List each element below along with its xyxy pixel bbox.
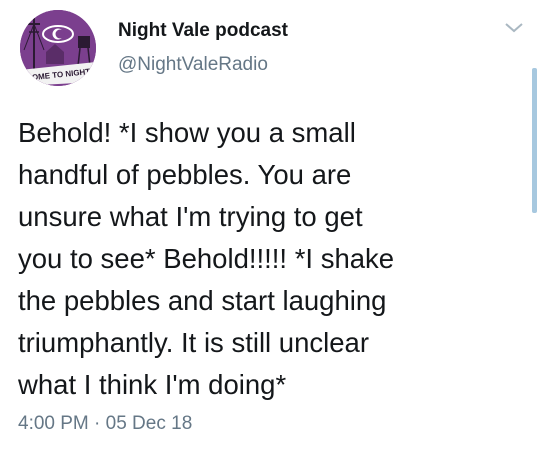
- display-name[interactable]: Night Vale podcast: [118, 20, 288, 42]
- chevron-down-icon: [505, 23, 523, 33]
- tweet-menu-button[interactable]: [502, 20, 526, 36]
- avatar[interactable]: COME TO NIGHT V: [20, 10, 96, 86]
- tweet-text: Behold! *I show you a small handful of p…: [18, 117, 395, 400]
- scrollbar[interactable]: [532, 68, 537, 213]
- timestamp[interactable]: 4:00 PM · 05 Dec 18: [18, 413, 192, 435]
- handle[interactable]: @NightValeRadio: [118, 54, 268, 76]
